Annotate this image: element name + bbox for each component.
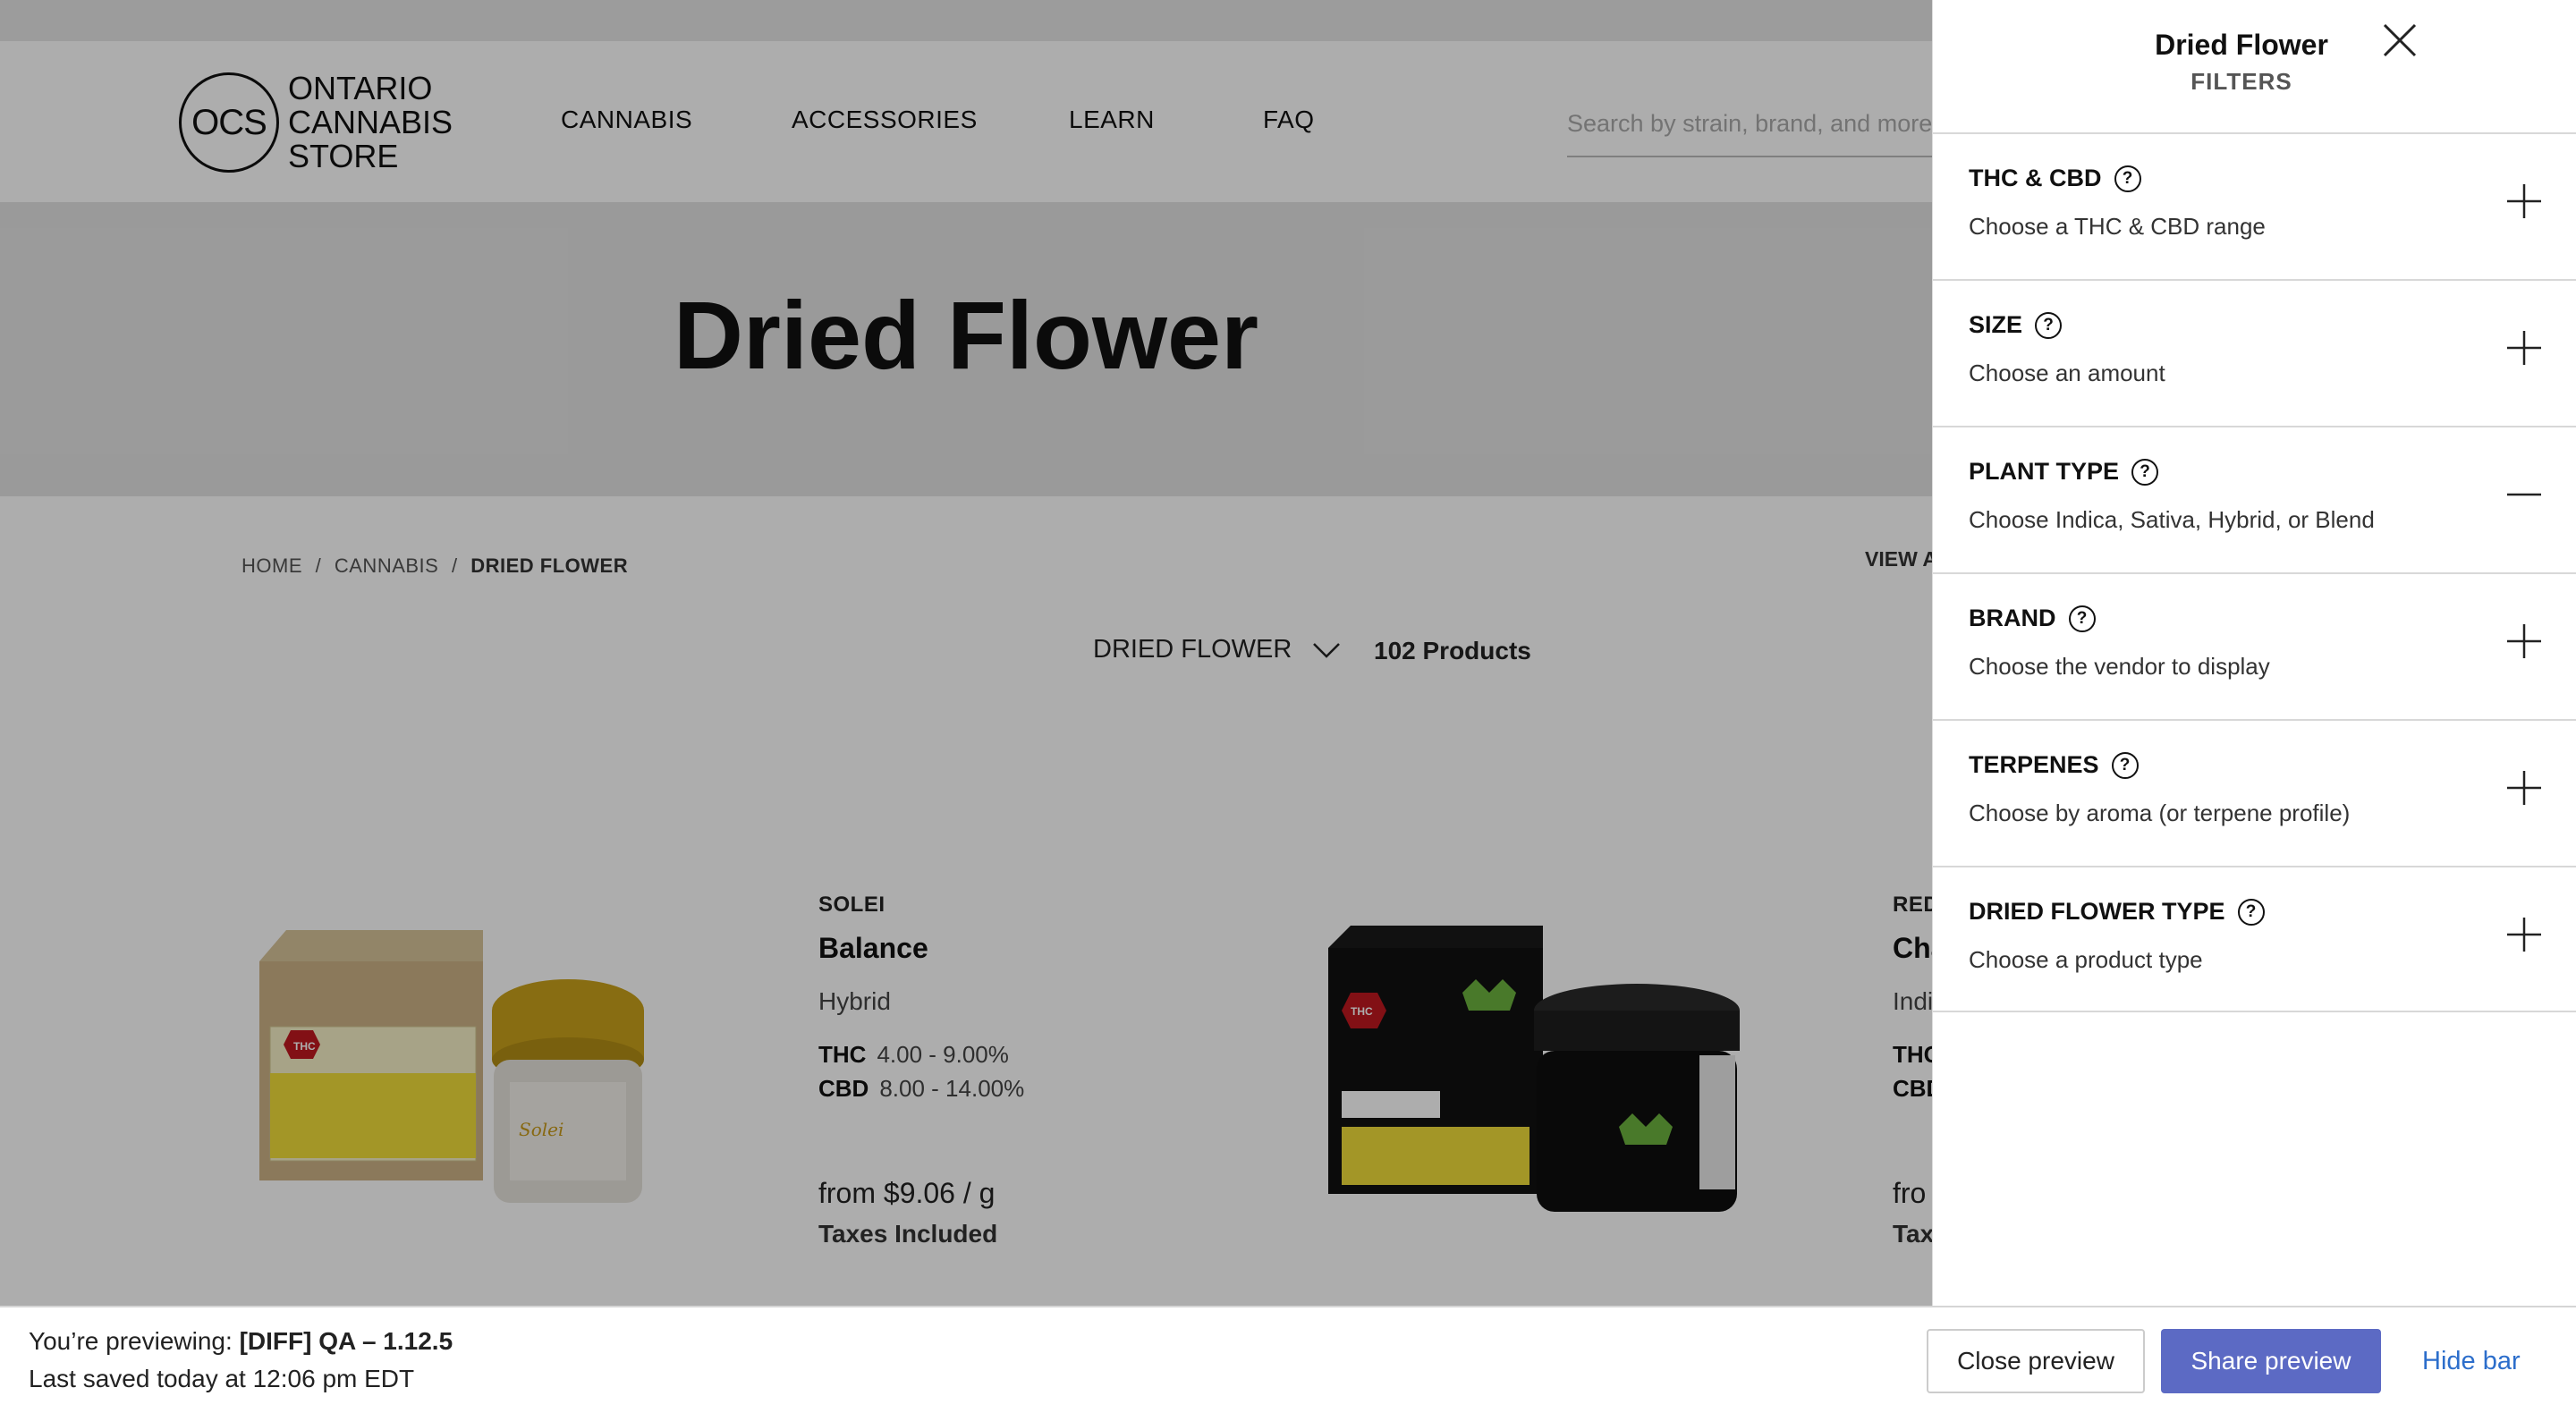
preview-prefix: You’re previewing: [29,1327,233,1355]
close-preview-button[interactable]: Close preview [1927,1329,2145,1393]
filter-label-row: TERPENES? [1969,751,2139,779]
help-icon[interactable]: ? [2068,605,2096,632]
plus-icon[interactable] [2505,329,2543,367]
help-icon[interactable]: ? [2114,165,2141,192]
filter-section-plant-type[interactable]: PLANT TYPE? Choose Indica, Sativa, Hybri… [1933,426,2576,572]
help-icon[interactable]: ? [2131,458,2159,486]
filter-section-thc-cbd[interactable]: THC & CBD? Choose a THC & CBD range [1933,132,2576,279]
filter-label-row: BRAND? [1969,605,2096,632]
filter-description: Choose by aroma (or terpene profile) [1969,800,2351,826]
close-icon[interactable] [2379,20,2420,61]
minus-icon[interactable] [2505,476,2543,513]
filter-section-terpenes[interactable]: TERPENES? Choose by aroma (or terpene pr… [1933,719,2576,866]
filter-label-row: THC & CBD? [1969,165,2141,192]
help-icon[interactable]: ? [2035,311,2063,339]
plus-icon[interactable] [2505,622,2543,660]
help-icon[interactable]: ? [2111,751,2139,779]
drawer-subtitle: FILTERS [2190,68,2292,95]
theme-preview-bar: You’re previewing: [DIFF] QA – 1.12.5 La… [0,1306,2576,1413]
filter-label: TERPENES [1969,751,2099,778]
preview-info: You’re previewing: [DIFF] QA – 1.12.5 [29,1327,453,1356]
filter-label: THC & CBD [1969,165,2102,191]
filter-section-size[interactable]: SIZE? Choose an amount [1933,279,2576,426]
modal-overlay[interactable] [0,0,1932,1306]
filter-label: BRAND [1969,605,2056,631]
preview-theme-name: [DIFF] QA – 1.12.5 [239,1327,453,1355]
filters-drawer: Dried Flower FILTERS THC & CBD? Choose a… [1932,0,2576,1306]
share-preview-button[interactable]: Share preview [2161,1329,2381,1393]
hide-bar-link[interactable]: Hide bar [2422,1347,2521,1376]
last-saved-text: Last saved today at 12:06 pm EDT [29,1365,415,1392]
plus-icon[interactable] [2505,182,2543,220]
filter-description: Choose Indica, Sativa, Hybrid, or Blend [1969,506,2375,533]
filter-label: PLANT TYPE [1969,458,2120,485]
filter-label-row: SIZE? [1969,311,2063,339]
filter-description: Choose a product type [1969,946,2203,973]
filter-label-row: PLANT TYPE? [1969,458,2159,486]
filter-section-dried-flower-type[interactable]: DRIED FLOWER TYPE? Choose a product type [1933,866,2576,1012]
plus-icon[interactable] [2505,916,2543,953]
filter-label-row: DRIED FLOWER TYPE? [1969,898,2265,926]
filter-description: Choose a THC & CBD range [1969,213,2266,240]
filter-label: DRIED FLOWER TYPE [1969,898,2225,925]
filter-section-brand[interactable]: BRAND? Choose the vendor to display [1933,572,2576,719]
filter-description: Choose an amount [1969,360,2165,386]
filter-label: SIZE [1969,311,2023,338]
help-icon[interactable]: ? [2237,898,2265,926]
filter-description: Choose the vendor to display [1969,653,2270,680]
plus-icon[interactable] [2505,769,2543,807]
drawer-title: Dried Flower [2155,29,2328,61]
